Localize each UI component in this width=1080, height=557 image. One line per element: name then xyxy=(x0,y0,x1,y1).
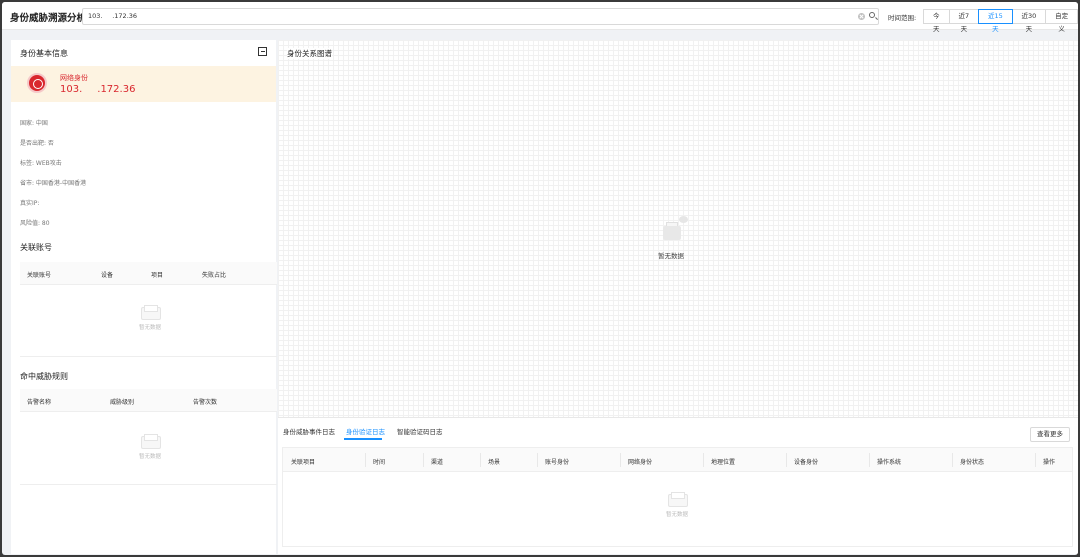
info-region: 省市: 中国香港-中国香港 xyxy=(20,180,87,187)
time-range-label: 时间范围: xyxy=(888,14,917,22)
log-table: 关联项目 时间 渠道 场景 账号身份 网络身份 地理位置 设备身份 操作系统 身… xyxy=(282,447,1073,547)
column-header: 操作系统 xyxy=(877,459,902,466)
basic-info-title: 身份基本信息 xyxy=(20,49,68,58)
rules-title: 命中威胁规则 xyxy=(20,372,68,381)
column-header: 网络身份 xyxy=(628,459,653,466)
column-header: 身份状态 xyxy=(960,459,985,466)
column-header: 项目 xyxy=(151,272,164,279)
info-real-ip: 真实IP: xyxy=(20,200,40,207)
column-header: 操作 xyxy=(1043,459,1056,466)
column-header: 渠道 xyxy=(431,459,444,466)
collapse-icon[interactable] xyxy=(258,47,267,56)
column-header: 失败占比 xyxy=(202,272,227,279)
clear-icon[interactable] xyxy=(858,13,865,20)
info-risk-score: 风险值: 80 xyxy=(20,220,50,227)
divider xyxy=(20,484,277,485)
empty-text: 暂无数据 xyxy=(138,325,161,331)
view-more-button[interactable]: 查看更多 xyxy=(1030,427,1070,442)
info-tag: 标签: WEB攻击 xyxy=(20,160,62,167)
column-header: 告警次数 xyxy=(193,399,218,406)
empty-box-icon xyxy=(666,492,688,507)
time-option-custom[interactable]: 自定义 xyxy=(1045,9,1078,33)
app-window: 身份威胁溯源分析 103. .172.36 时间范围: 今天 近7天 近15天 … xyxy=(2,2,1078,555)
tab-threat-event-log[interactable]: 身份威胁事件日志 xyxy=(283,426,335,436)
rules-table-header: 告警名称 威胁级别 告警次数 xyxy=(20,389,277,412)
time-option-30days[interactable]: 近30天 xyxy=(1011,9,1047,33)
rules-table: 告警名称 威胁级别 告警次数 暂无数据 xyxy=(20,389,277,484)
column-header: 地理位置 xyxy=(711,459,736,466)
search-icon[interactable] xyxy=(869,12,875,18)
identity-info-panel: 身份基本信息 网络身份 103. .172.36 国家: 中国 是否出靶: 否 … xyxy=(11,40,277,554)
empty-text: 暂无数据 xyxy=(665,512,688,518)
top-bar: 身份威胁溯源分析 103. .172.36 时间范围: 今天 近7天 近15天 … xyxy=(2,2,1078,33)
column-header: 设备身份 xyxy=(794,459,819,466)
identity-card: 网络身份 103. .172.36 xyxy=(11,66,276,102)
accounts-empty-state: 暂无数据 xyxy=(130,305,170,331)
active-tab-indicator xyxy=(344,438,382,440)
column-header: 威胁级别 xyxy=(110,399,135,406)
divider xyxy=(20,356,277,357)
accounts-table: 关联账号 设备 项目 失败占比 暂无数据 xyxy=(20,262,277,357)
graph-empty-text: 暂无数据 xyxy=(658,252,684,260)
graph-title: 身份关系图谱 xyxy=(287,48,332,59)
column-header: 告警名称 xyxy=(27,399,52,406)
accounts-title: 关联账号 xyxy=(20,243,52,252)
column-header: 关联项目 xyxy=(291,459,316,466)
time-option-15days[interactable]: 近15天 xyxy=(978,9,1013,33)
relation-panel: 身份关系图谱 暂无数据 身份威胁事件日志 身份验证日志 智能验证码日志 查看更多… xyxy=(278,40,1078,554)
column-header: 设备 xyxy=(101,272,114,279)
time-range-selector: 今天 近7天 近15天 近30天 自定义 xyxy=(923,9,1078,33)
tab-captcha-log[interactable]: 智能验证码日志 xyxy=(397,426,443,436)
graph-empty-state: 暂无数据 xyxy=(646,216,696,260)
column-header: 时间 xyxy=(373,459,386,466)
column-header: 账号身份 xyxy=(545,459,570,466)
relation-graph-canvas[interactable]: 身份关系图谱 暂无数据 xyxy=(278,40,1078,418)
rules-empty-state: 暂无数据 xyxy=(130,434,170,460)
tab-identity-verify-log[interactable]: 身份验证日志 xyxy=(346,426,385,436)
empty-box-icon xyxy=(139,434,161,449)
time-option-7days[interactable]: 近7天 xyxy=(948,9,980,33)
column-header: 场景 xyxy=(488,459,501,466)
page-title: 身份威胁溯源分析 xyxy=(10,13,87,24)
empty-box-icon xyxy=(139,305,161,320)
log-empty-state: 暂无数据 xyxy=(657,492,697,518)
log-table-header: 关联项目 时间 渠道 场景 账号身份 网络身份 地理位置 设备身份 操作系统 身… xyxy=(283,448,1072,472)
empty-inbox-icon xyxy=(656,216,688,246)
identity-type: 网络身份 xyxy=(60,74,88,82)
column-header: 关联账号 xyxy=(27,272,52,279)
time-option-today[interactable]: 今天 xyxy=(923,9,950,33)
accounts-table-header: 关联账号 设备 项目 失败占比 xyxy=(20,262,277,285)
empty-text: 暂无数据 xyxy=(138,454,161,460)
search-input-value[interactable]: 103. .172.36 xyxy=(88,12,137,20)
identity-avatar-icon xyxy=(27,73,47,93)
search-input[interactable]: 103. .172.36 xyxy=(82,8,879,25)
info-exit-node: 是否出靶: 否 xyxy=(20,140,54,147)
identity-ip: 103. .172.36 xyxy=(60,84,136,95)
info-country: 国家: 中国 xyxy=(20,120,48,127)
